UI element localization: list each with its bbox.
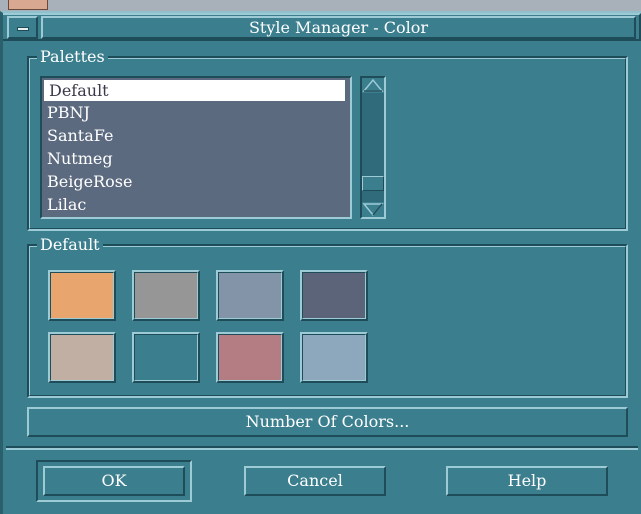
color-swatch-bevel <box>50 334 114 381</box>
color-swatch[interactable] <box>216 270 284 321</box>
color-swatch-bevel <box>50 272 114 319</box>
window-title[interactable]: Style Manager - Color <box>41 16 636 39</box>
palette-list-item[interactable]: Lilac <box>42 193 350 216</box>
color-swatch[interactable] <box>48 332 116 383</box>
color-swatch-bevel <box>218 334 282 381</box>
color-swatch[interactable] <box>300 332 368 383</box>
window-menu-button[interactable] <box>7 16 38 39</box>
palette-list-item[interactable]: Nutmeg <box>42 147 350 170</box>
palettes-group-label: Palettes <box>37 47 108 67</box>
palettes-scrollbar[interactable] <box>360 76 386 219</box>
scroll-up-arrow-icon[interactable] <box>362 78 384 93</box>
color-swatch-bevel <box>302 334 366 381</box>
color-swatch[interactable] <box>300 270 368 321</box>
number-of-colors-button[interactable]: Number Of Colors... <box>27 407 628 437</box>
color-swatch[interactable] <box>48 270 116 321</box>
ok-button[interactable]: OK <box>43 466 185 496</box>
help-button[interactable]: Help <box>446 466 608 496</box>
palette-list-item[interactable]: SantaFe <box>42 124 350 147</box>
palette-list-item[interactable]: PBNJ <box>42 101 350 124</box>
window-menu-icon <box>17 27 29 31</box>
color-swatch-bevel <box>218 272 282 319</box>
desktop-panel-button[interactable] <box>8 0 48 10</box>
color-swatch-bevel <box>134 272 198 319</box>
color-swatch[interactable] <box>132 332 200 383</box>
palette-list-item[interactable]: BeigeRose <box>42 170 350 193</box>
color-swatch[interactable] <box>216 332 284 383</box>
scroll-down-arrow-icon[interactable] <box>362 202 384 217</box>
color-swatch-bevel <box>134 334 198 381</box>
color-swatch[interactable] <box>132 270 200 321</box>
scroll-thumb[interactable] <box>362 176 384 191</box>
dialog-separator <box>6 446 638 450</box>
palette-colors-group-label: Default <box>37 235 103 255</box>
color-swatch-bevel <box>302 272 366 319</box>
palettes-list[interactable]: Default PBNJ SantaFe Nutmeg BeigeRose Lilac <box>40 76 352 219</box>
cancel-button[interactable]: Cancel <box>244 466 386 496</box>
palette-list-item[interactable]: Default <box>44 80 345 101</box>
title-bar[interactable]: Style Manager - Color <box>3 13 641 41</box>
